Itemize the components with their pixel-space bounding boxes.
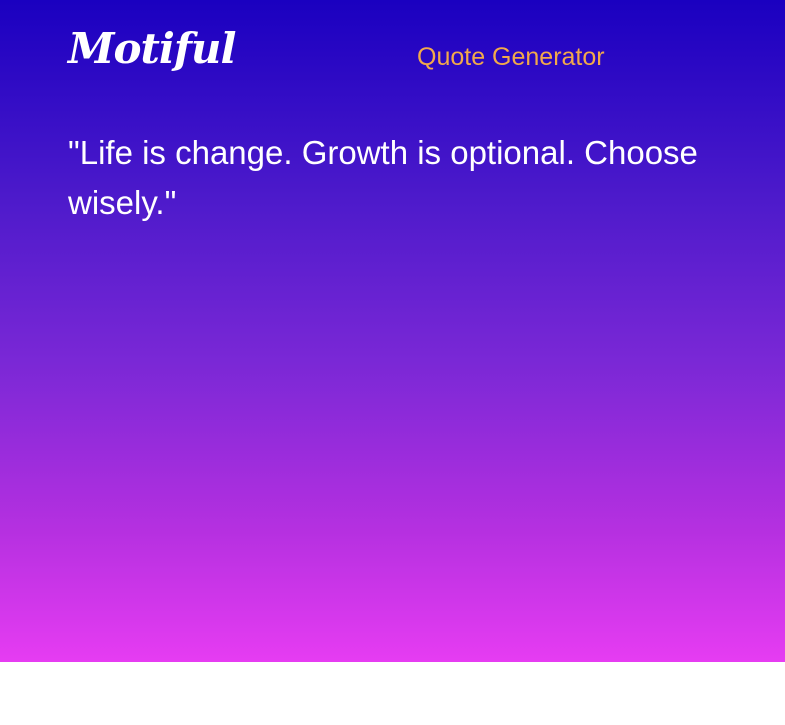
brand-logo[interactable]: Motiful [68,28,236,70]
page-footer [0,662,785,725]
hero-section: Motiful Quote Generator "Life is change.… [0,0,785,662]
nav-link-quote-generator[interactable]: Quote Generator [417,45,605,70]
quote-text: "Life is change. Growth is optional. Cho… [68,134,698,221]
